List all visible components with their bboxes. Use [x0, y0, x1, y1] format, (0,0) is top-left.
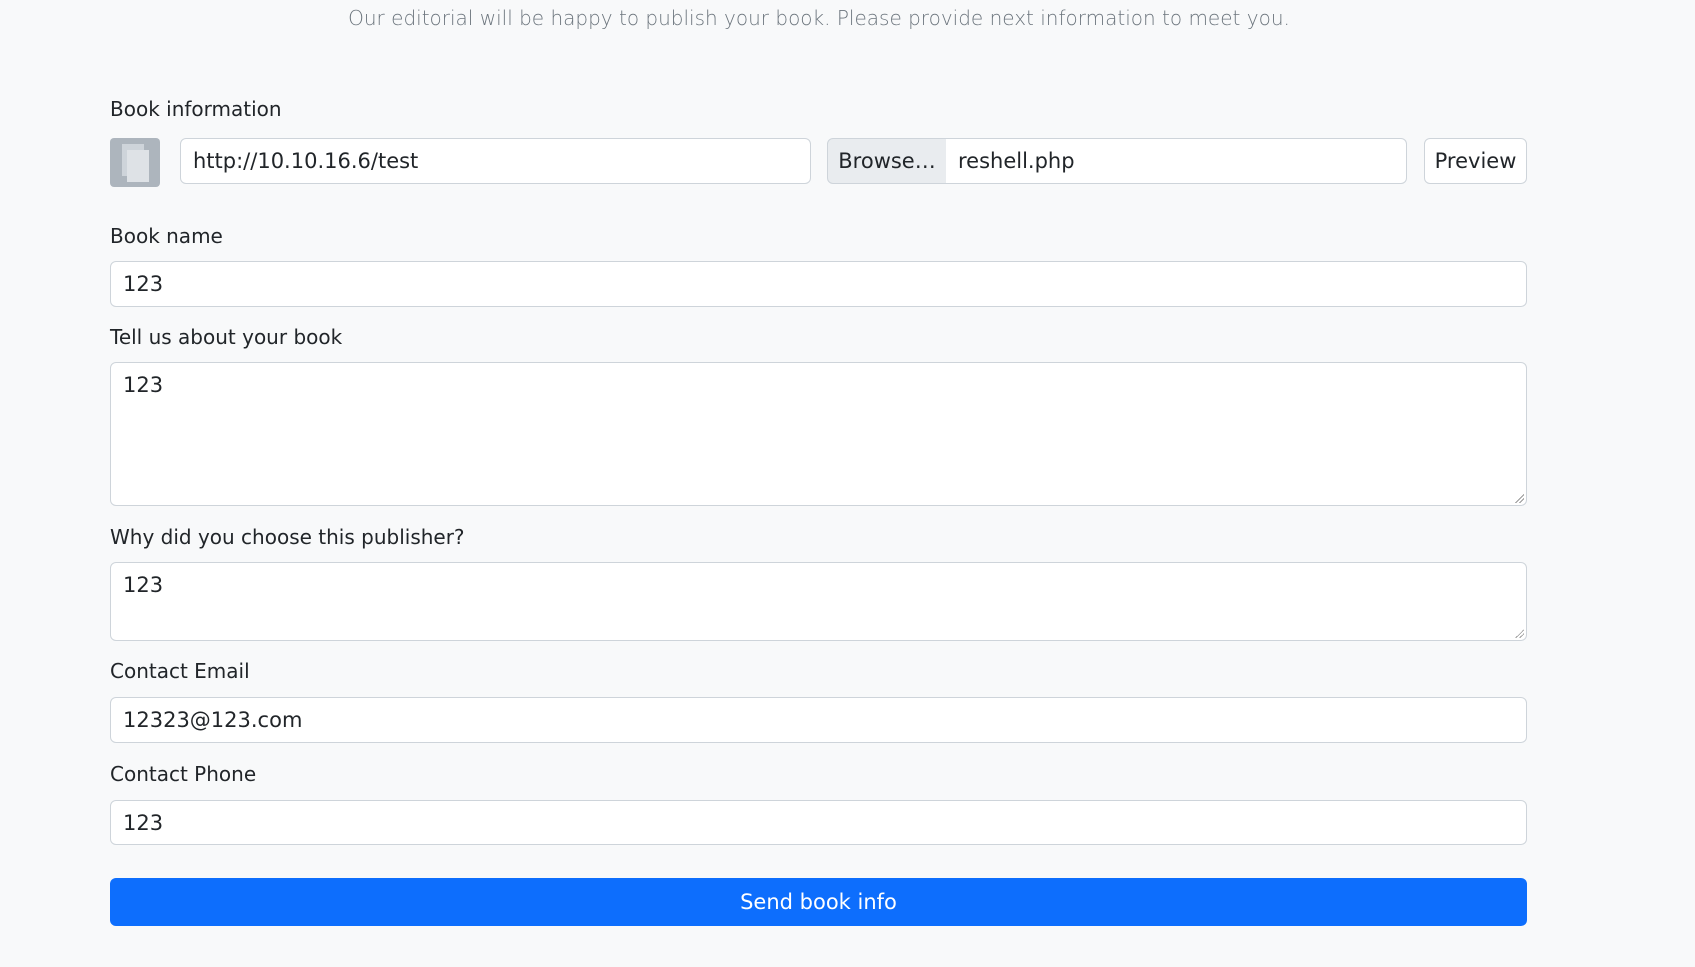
why-publisher-label: Why did you choose this publisher?	[110, 525, 465, 549]
book-cover-thumbnail-icon	[110, 138, 160, 187]
about-book-textarea[interactable]: 123	[110, 362, 1527, 506]
contact-email-label: Contact Email	[110, 659, 250, 683]
send-book-info-button[interactable]: Send book info	[110, 878, 1527, 926]
resize-handle-icon[interactable]	[1514, 628, 1524, 638]
contact-phone-value: 123	[123, 810, 164, 835]
file-input[interactable]: reshell.php	[946, 138, 1407, 184]
book-information-label: Book information	[110, 97, 282, 121]
about-book-label: Tell us about your book	[110, 325, 343, 349]
book-name-input[interactable]: 123	[110, 261, 1527, 307]
preview-button[interactable]: Preview	[1424, 138, 1527, 184]
contact-email-input[interactable]: 12323@123.com	[110, 697, 1527, 743]
contact-phone-input[interactable]: 123	[110, 800, 1527, 845]
book-url-value: http://10.10.16.6/test	[193, 149, 419, 173]
book-name-value: 123	[123, 272, 164, 296]
file-name: reshell.php	[958, 149, 1075, 173]
contact-phone-label: Contact Phone	[110, 762, 257, 786]
book-name-label: Book name	[110, 224, 223, 248]
book-url-input[interactable]: http://10.10.16.6/test	[180, 138, 811, 184]
resize-handle-icon[interactable]	[1514, 493, 1524, 503]
browse-button[interactable]: Browse…	[827, 138, 947, 184]
why-publisher-textarea[interactable]: 123	[110, 562, 1527, 641]
about-book-value: 123	[123, 373, 164, 397]
why-publisher-value: 123	[123, 573, 164, 597]
contact-email-value: 12323@123.com	[123, 708, 303, 732]
intro-text: Our editorial will be happy to publish y…	[348, 6, 1290, 30]
